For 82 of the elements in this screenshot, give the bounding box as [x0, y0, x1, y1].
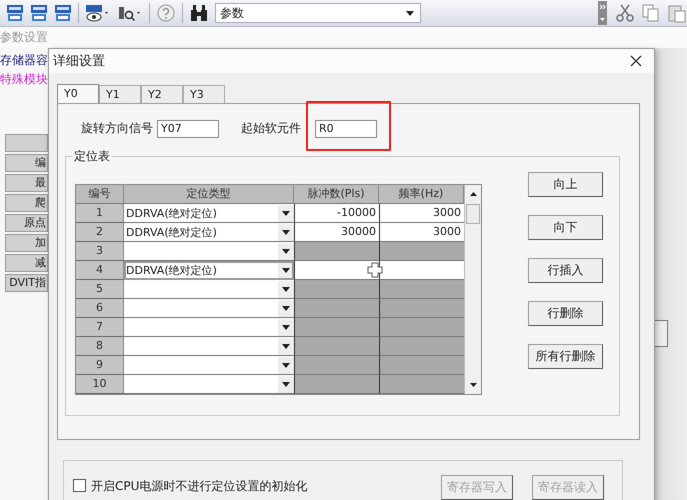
binoculars-icon[interactable] [189, 4, 209, 22]
caret-icon [282, 344, 290, 348]
tab[interactable]: Y3 [183, 85, 225, 103]
row-number: 5 [76, 280, 124, 299]
caret-icon [282, 324, 290, 330]
device-icon[interactable] [30, 4, 48, 22]
input-field[interactable]: R0 [315, 120, 377, 138]
caret-icon [282, 268, 290, 272]
row-number: 7 [76, 318, 124, 337]
action-button[interactable]: 行插入 [528, 258, 603, 283]
panel-title: 参数设置 [0, 29, 48, 46]
button[interactable] [655, 320, 668, 347]
caret-icon [282, 362, 290, 368]
move-cursor-icon [367, 262, 383, 278]
caret-icon [282, 286, 290, 292]
copy-icon[interactable] [641, 3, 661, 23]
column-header: 编号 [76, 185, 124, 204]
device-icon[interactable] [6, 4, 24, 22]
checkbox-label: 开启CPU电源时不进行定位设置的初始化 [91, 478, 308, 495]
row-number: 6 [76, 299, 124, 318]
type-dropdown[interactable] [124, 299, 294, 318]
scroll-thumb[interactable] [466, 204, 480, 224]
table-cell: 加 [5, 234, 48, 252]
toolbar-grip-icon[interactable] [598, 1, 607, 25]
type-dropdown[interactable] [124, 375, 294, 394]
column-header: 频率(Hz) [379, 185, 464, 204]
type-dropdown[interactable] [124, 318, 294, 337]
section-label: 存储器容 [0, 52, 48, 69]
type-dropdown[interactable]: DDRVA(绝对定位) [124, 261, 294, 280]
tab[interactable]: Y1 [99, 85, 141, 103]
cut-icon[interactable] [615, 3, 635, 23]
type-dropdown[interactable] [124, 280, 294, 299]
row-number: 8 [76, 337, 124, 356]
checkbox[interactable] [73, 479, 86, 492]
type-dropdown[interactable] [124, 356, 294, 375]
input-field[interactable]: Y07 [157, 120, 219, 138]
paste-icon[interactable] [667, 3, 687, 23]
table-cell: 原点 [5, 214, 48, 232]
type-dropdown[interactable] [124, 337, 294, 356]
tab[interactable]: Y2 [141, 85, 183, 103]
search-icon[interactable] [117, 4, 143, 22]
column-header: 定位类型 [124, 185, 294, 204]
group-title: 定位表 [72, 148, 112, 165]
action-button[interactable]: 所有行删除 [528, 344, 603, 369]
type-dropdown[interactable] [124, 242, 294, 261]
type-dropdown[interactable]: DDRVA(绝对定位) [124, 204, 294, 223]
row-number: 3 [76, 242, 124, 261]
help-icon[interactable] [156, 3, 176, 23]
row-number: 10 [76, 375, 124, 394]
action-button[interactable]: 向下 [528, 215, 603, 240]
table-cell: 爬 [5, 194, 48, 212]
tab[interactable]: Y0 [57, 84, 99, 103]
caret-icon [406, 10, 414, 16]
field-label: 旋转方向信号 [81, 120, 153, 137]
row-number: 1 [76, 204, 124, 223]
caret-icon [282, 306, 290, 310]
table-cell: 3000 [379, 223, 464, 242]
row-number: 9 [76, 356, 124, 375]
close-icon[interactable] [630, 55, 642, 67]
row-number: 4 [76, 261, 124, 280]
caret-icon [282, 382, 290, 386]
caret-icon [282, 210, 290, 216]
table-cell: 编 [5, 154, 48, 172]
table-cell: DVIT指 [5, 274, 48, 292]
table-cell: 减 [5, 254, 48, 272]
table-cell: 3000 [379, 204, 464, 223]
dialog-title: 详细设置 [53, 53, 105, 70]
section-label: 特殊模块 [0, 71, 48, 88]
table-cell: -10000 [294, 204, 379, 223]
caret-icon [282, 230, 290, 234]
field-label: 起始软元件 [241, 120, 301, 137]
action-button[interactable]: 向上 [528, 172, 603, 197]
caret-icon [282, 248, 290, 254]
column-header: 脉冲数(Pls) [294, 185, 379, 204]
row-number: 2 [76, 223, 124, 242]
table-cell: 30000 [294, 223, 379, 242]
action-button[interactable]: 行删除 [528, 301, 603, 326]
parameter-combo[interactable]: 参数 [215, 3, 421, 23]
type-dropdown[interactable]: DDRVA(绝对定位) [124, 223, 294, 242]
device-eye-icon[interactable] [85, 4, 111, 22]
device-icon[interactable] [54, 4, 72, 22]
table-cell: 最 [5, 174, 48, 192]
